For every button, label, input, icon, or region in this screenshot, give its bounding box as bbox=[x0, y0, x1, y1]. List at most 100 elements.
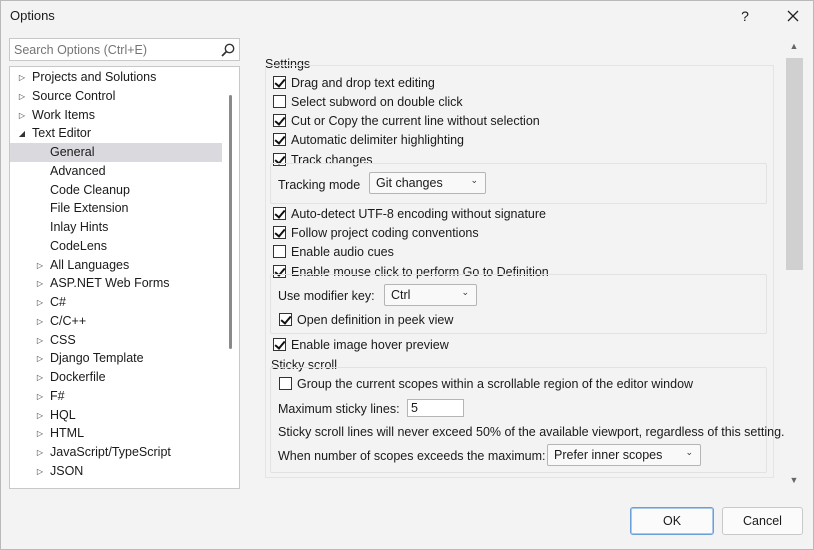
chevron-down-icon: ⌄ bbox=[461, 287, 469, 297]
tree-item[interactable]: ▷ C# bbox=[10, 293, 222, 312]
tree-item-label: Work Items bbox=[32, 107, 95, 122]
tree-item[interactable]: ▷ All Languages bbox=[10, 256, 222, 275]
tree-item[interactable]: ▷ HQL bbox=[10, 406, 222, 425]
image-hover-label: Enable image hover preview bbox=[291, 338, 449, 352]
tree-item-label: ASP.NET Web Forms bbox=[50, 276, 170, 291]
modifier-key-value: Ctrl bbox=[391, 288, 411, 302]
scopes-exceed-label: When number of scopes exceeds the maximu… bbox=[278, 449, 546, 463]
help-button[interactable]: ? bbox=[729, 1, 761, 31]
tree-item-label: Dockerfile bbox=[50, 370, 106, 384]
tree-item[interactable]: ◢ Text Editor bbox=[10, 124, 222, 143]
tree-item-label: CodeLens bbox=[50, 238, 107, 253]
max-sticky-lines-input[interactable]: 5 bbox=[407, 399, 464, 417]
tree-item[interactable]: ▷ Work Items bbox=[10, 106, 222, 125]
subword-checkbox[interactable] bbox=[273, 95, 286, 108]
search-input[interactable] bbox=[14, 41, 214, 58]
tracking-mode-value: Git changes bbox=[376, 176, 443, 190]
scroll-up-icon[interactable]: ▲ bbox=[788, 41, 800, 55]
collapsed-arrow-icon[interactable]: ▷ bbox=[34, 368, 46, 387]
collapsed-arrow-icon[interactable]: ▷ bbox=[16, 87, 28, 106]
collapsed-arrow-icon[interactable]: ▷ bbox=[34, 406, 46, 425]
conventions-label: Follow project coding conventions bbox=[291, 226, 479, 240]
title-bar: Options ? bbox=[1, 1, 813, 31]
cut-copy-checkbox[interactable] bbox=[273, 114, 286, 127]
delimiter-checkbox[interactable] bbox=[273, 133, 286, 146]
collapsed-arrow-icon[interactable]: ▷ bbox=[34, 387, 46, 406]
tree-item[interactable]: ▷ JSON bbox=[10, 462, 222, 481]
tree-item-label: Code Cleanup bbox=[50, 182, 130, 197]
collapsed-arrow-icon[interactable]: ▷ bbox=[34, 312, 46, 331]
max-sticky-lines-value: 5 bbox=[411, 401, 418, 415]
tree-item-label: All Languages bbox=[50, 257, 130, 272]
group-scopes-label: Group the current scopes within a scroll… bbox=[297, 377, 694, 391]
tree-item[interactable]: General bbox=[10, 143, 222, 162]
drag-drop-checkbox[interactable] bbox=[273, 76, 286, 89]
peek-view-checkbox[interactable] bbox=[279, 313, 292, 326]
tree-item-label: General bbox=[50, 145, 95, 159]
utf8-label: Auto-detect UTF-8 encoding without signa… bbox=[291, 207, 546, 221]
tree-item-label: C/C++ bbox=[50, 313, 87, 328]
audio-cues-checkbox[interactable] bbox=[273, 245, 286, 258]
peek-view-label: Open definition in peek view bbox=[297, 313, 454, 327]
modifier-key-select[interactable]: Ctrl ⌄ bbox=[384, 284, 477, 306]
scroll-down-icon[interactable]: ▼ bbox=[788, 475, 800, 489]
collapsed-arrow-icon[interactable]: ▷ bbox=[34, 443, 46, 462]
collapsed-arrow-icon[interactable]: ▷ bbox=[34, 293, 46, 312]
chevron-down-icon: ⌄ bbox=[470, 175, 478, 185]
tree-item[interactable]: Inlay Hints bbox=[10, 218, 222, 237]
modifier-key-label: Use modifier key: bbox=[278, 289, 375, 303]
tree-item-label: Django Template bbox=[50, 351, 144, 366]
tree-item[interactable]: ▷ JavaScript/TypeScript bbox=[10, 443, 222, 462]
tree-item-label: Projects and Solutions bbox=[32, 70, 157, 84]
tree-item[interactable]: ▷ Django Template bbox=[10, 349, 222, 368]
collapsed-arrow-icon[interactable]: ▷ bbox=[34, 256, 46, 275]
tracking-mode-label: Tracking mode bbox=[278, 178, 361, 192]
audio-cues-label: Enable audio cues bbox=[291, 245, 394, 259]
subword-label: Select subword on double click bbox=[291, 95, 463, 109]
tree-item[interactable]: ▷ Dockerfile bbox=[10, 368, 222, 387]
conventions-checkbox[interactable] bbox=[273, 226, 286, 239]
tree-item[interactable]: File Extension bbox=[10, 199, 222, 218]
tree-item-label: HQL bbox=[50, 407, 76, 422]
tree-item-label: JavaScript/TypeScript bbox=[50, 445, 171, 459]
cancel-button[interactable]: Cancel bbox=[722, 507, 803, 535]
search-icon[interactable] bbox=[220, 42, 236, 58]
tree-item-label: Inlay Hints bbox=[50, 220, 109, 234]
tree-item[interactable]: ▷ C/C++ bbox=[10, 312, 222, 331]
tree-item-label: Advanced bbox=[50, 163, 106, 178]
tree-item[interactable]: CodeLens bbox=[10, 237, 222, 256]
collapsed-arrow-icon[interactable]: ▷ bbox=[16, 68, 28, 87]
close-button[interactable] bbox=[773, 1, 813, 31]
tree-scrollbar[interactable] bbox=[229, 95, 232, 349]
dialog-title: Options bbox=[10, 8, 55, 23]
group-scopes-checkbox[interactable] bbox=[279, 377, 292, 390]
tree-item[interactable]: Advanced bbox=[10, 162, 222, 181]
utf8-checkbox[interactable] bbox=[273, 207, 286, 220]
ok-button[interactable]: OK bbox=[630, 507, 714, 535]
tree-item[interactable]: ▷ F# bbox=[10, 387, 222, 406]
close-icon bbox=[787, 10, 799, 22]
settings-scrollbar[interactable] bbox=[786, 58, 803, 270]
tree-item-label: CSS bbox=[50, 332, 76, 347]
tracking-mode-select[interactable]: Git changes ⌄ bbox=[369, 172, 486, 194]
tree-item[interactable]: ▷ ASP.NET Web Forms bbox=[10, 274, 222, 293]
collapsed-arrow-icon[interactable]: ▷ bbox=[34, 274, 46, 293]
tree-item[interactable]: ▷ HTML bbox=[10, 424, 222, 443]
tree-item[interactable]: Code Cleanup bbox=[10, 181, 222, 200]
tree-item[interactable]: ▷ Source Control bbox=[10, 87, 222, 106]
tree-item[interactable]: ▷ Projects and Solutions bbox=[10, 68, 222, 87]
drag-drop-label: Drag and drop text editing bbox=[291, 76, 435, 90]
image-hover-checkbox[interactable] bbox=[273, 338, 286, 351]
max-sticky-lines-label: Maximum sticky lines: bbox=[278, 402, 400, 416]
expanded-arrow-icon[interactable]: ◢ bbox=[16, 124, 28, 143]
tree-item-label: File Extension bbox=[50, 201, 129, 216]
options-dialog: Options ? ▷ Projects and Solutions ▷ Source… bbox=[0, 0, 814, 550]
collapsed-arrow-icon[interactable]: ▷ bbox=[16, 106, 28, 125]
collapsed-arrow-icon[interactable]: ▷ bbox=[34, 349, 46, 368]
scopes-exceed-select[interactable]: Prefer inner scopes ⌄ bbox=[547, 444, 701, 466]
collapsed-arrow-icon[interactable]: ▷ bbox=[34, 424, 46, 443]
tree-item[interactable]: ▷ CSS bbox=[10, 331, 222, 350]
tree-item-label: Source Control bbox=[32, 88, 116, 103]
collapsed-arrow-icon[interactable]: ▷ bbox=[34, 331, 46, 350]
collapsed-arrow-icon[interactable]: ▷ bbox=[34, 462, 46, 481]
